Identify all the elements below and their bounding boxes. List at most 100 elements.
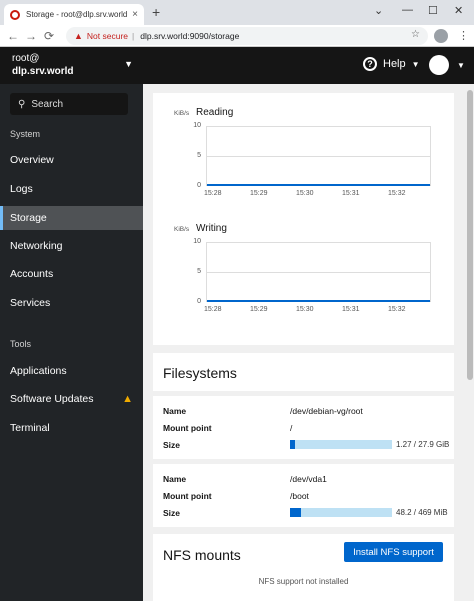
host-user: root@ (12, 53, 40, 64)
fs-size-value: 48.2 / 469 MiB (396, 508, 448, 517)
install-nfs-button[interactable]: Install NFS support (344, 542, 443, 562)
address-bar[interactable]: ▲ Not secure | dlp.srv.world:9090/storag… (66, 27, 428, 45)
bookmark-star-icon[interactable]: ☆ (411, 29, 420, 40)
host-name: dlp.srv.world (12, 66, 74, 77)
scrollbar-thumb[interactable] (467, 90, 473, 380)
new-tab-button[interactable]: + (152, 4, 160, 20)
browser-tab-bar: Storage - root@dlp.srv.world × + ⌄ — ☐ ✕ (0, 0, 474, 25)
browser-account-icon[interactable] (434, 29, 448, 43)
caret-down-icon: ▼ (124, 59, 133, 69)
y-tick-label: 5 (197, 268, 201, 275)
x-tick-label: 15:29 (250, 306, 268, 313)
nfs-title: NFS mounts (163, 547, 241, 563)
back-icon[interactable]: ← (4, 29, 22, 43)
url-text[interactable]: dlp.srv.world:9090/storage (140, 31, 239, 41)
filesystem-row-0[interactable]: Name /dev/debian-vg/root Mount point / S… (153, 396, 454, 459)
help-label: Help (383, 58, 406, 70)
nfs-card: NFS mounts Install NFS support NFS suppo… (153, 534, 454, 601)
sidebar-item-software-updates[interactable]: Software Updates ▲ (0, 387, 143, 411)
caret-down-icon: ▼ (411, 59, 420, 69)
host-switcher[interactable]: root@ dlp.srv.world ▼ (0, 47, 143, 84)
x-tick-label: 15:32 (388, 306, 406, 313)
close-tab-icon[interactable]: × (132, 9, 138, 20)
reading-chart-title: Reading (196, 107, 234, 118)
chart-plot-area (206, 126, 431, 186)
maximize-icon[interactable]: ☐ (428, 4, 438, 17)
minimize-icon[interactable]: — (402, 4, 413, 16)
address-separator: | (132, 31, 135, 41)
chart-gridline (207, 156, 430, 157)
usage-bar (290, 508, 392, 517)
reading-unit: KiB/s (174, 110, 190, 117)
fs-name-label: Name (163, 406, 187, 416)
usage-bar-fill (290, 508, 301, 517)
help-icon: ? (363, 57, 377, 71)
usage-bar-fill (290, 440, 295, 449)
filesystem-row-1[interactable]: Name /dev/vda1 Mount point /boot Size 48… (153, 464, 454, 527)
y-tick-label: 5 (197, 152, 201, 159)
main-content: KiB/s Reading 10 5 0 15:28 15:29 15:30 15:31 15… (143, 84, 474, 601)
forward-icon[interactable]: → (22, 29, 40, 43)
fs-mount-label: Mount point (163, 423, 212, 433)
chart-plot-area (206, 242, 431, 302)
search-input[interactable]: ⚲ Search (10, 93, 128, 115)
y-tick-label: 10 (193, 238, 201, 245)
fs-mount-value: /boot (290, 491, 309, 501)
sidebar-item-services[interactable]: Services (0, 291, 143, 315)
x-tick-label: 15:31 (342, 306, 360, 313)
section-system: System (10, 129, 41, 139)
close-window-icon[interactable]: ✕ (454, 4, 463, 17)
y-tick-label: 0 (197, 182, 201, 189)
warning-icon: ▲ (122, 393, 133, 405)
y-tick-label: 10 (193, 122, 201, 129)
browser-tab[interactable]: Storage - root@dlp.srv.world × (4, 4, 144, 25)
x-tick-label: 15:28 (204, 190, 222, 197)
site-favicon-icon (10, 9, 20, 20)
sidebar-item-storage[interactable]: Storage (0, 206, 143, 230)
sidebar-item-networking[interactable]: Networking (0, 234, 143, 258)
reload-icon[interactable]: ⟳ (40, 29, 58, 43)
top-bar: ? Help ▼ ▼ (143, 47, 474, 84)
sidebar-item-overview[interactable]: Overview (0, 148, 143, 172)
filesystems-title: Filesystems (163, 365, 237, 381)
fs-name-value: /dev/vda1 (290, 474, 327, 484)
scrollbar[interactable] (466, 84, 474, 601)
tab-search-icon[interactable]: ⌄ (374, 4, 383, 17)
y-tick-label: 0 (197, 298, 201, 305)
caret-down-icon[interactable]: ▼ (457, 61, 465, 70)
sidebar: ⚲ Search System Overview Logs Storage Ne… (0, 84, 143, 601)
browser-menu-icon[interactable]: ⋮ (458, 29, 469, 42)
fs-mount-label: Mount point (163, 491, 212, 501)
x-tick-label: 15:31 (342, 190, 360, 197)
tab-title: Storage - root@dlp.srv.world (26, 10, 128, 19)
filesystems-header: Filesystems (153, 353, 454, 391)
io-charts-card: KiB/s Reading 10 5 0 15:28 15:29 15:30 15:31 15… (153, 93, 454, 345)
sidebar-item-accounts[interactable]: Accounts (0, 262, 143, 286)
x-tick-label: 15:29 (250, 190, 268, 197)
sidebar-item-terminal[interactable]: Terminal (0, 416, 143, 440)
sidebar-item-applications[interactable]: Applications (0, 359, 143, 383)
sidebar-item-label: Software Updates (10, 393, 94, 405)
fs-name-value: /dev/debian-vg/root (290, 406, 363, 416)
fs-mount-value: / (290, 423, 293, 433)
x-tick-label: 15:32 (388, 190, 406, 197)
fs-size-label: Size (163, 508, 181, 518)
address-bar-row: ← → ⟳ ▲ Not secure | dlp.srv.world:9090/… (0, 25, 474, 47)
nfs-status: NFS support not installed (258, 577, 349, 586)
chart-gridline (207, 272, 430, 273)
sidebar-item-logs[interactable]: Logs (0, 177, 143, 201)
series-line (207, 184, 430, 186)
writing-unit: KiB/s (174, 226, 190, 233)
avatar[interactable] (429, 55, 449, 75)
x-tick-label: 15:30 (296, 190, 314, 197)
filesystems-card: Filesystems Name /dev/debian-vg/root Mou… (153, 353, 454, 527)
not-secure-label[interactable]: Not secure (87, 31, 128, 41)
not-secure-icon[interactable]: ▲ (74, 31, 83, 41)
usage-bar (290, 440, 392, 449)
fs-size-value: 1.27 / 27.9 GiB (396, 440, 450, 449)
writing-chart-title: Writing (196, 223, 227, 234)
help-menu[interactable]: ? Help ▼ (363, 57, 420, 71)
x-tick-label: 15:28 (204, 306, 222, 313)
fs-name-label: Name (163, 474, 187, 484)
series-line (207, 300, 430, 302)
